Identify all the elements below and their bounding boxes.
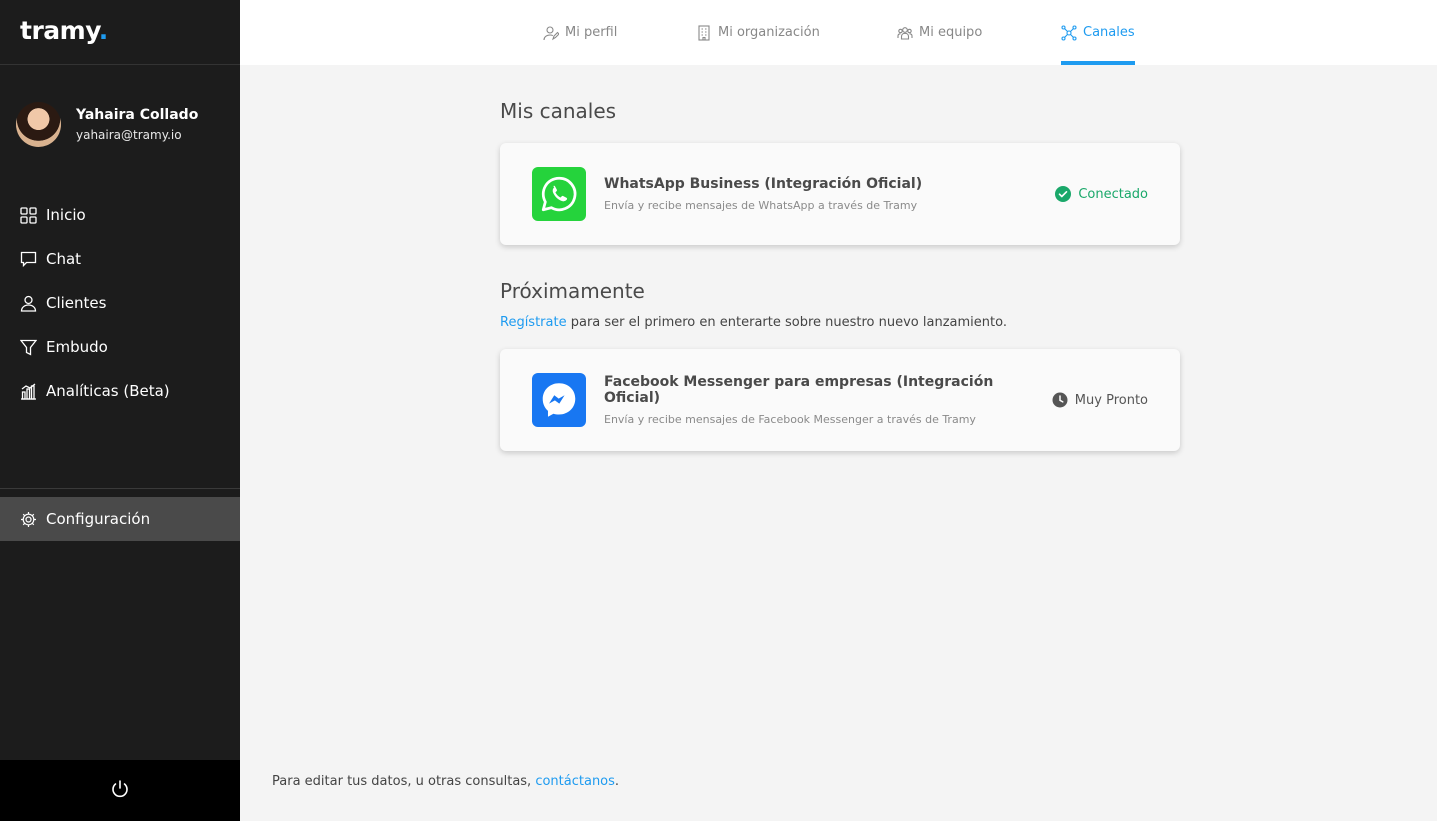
funnel-icon <box>20 339 37 356</box>
channel-title: WhatsApp Business (Integración Oficial) <box>604 176 923 192</box>
logo-dot: . <box>98 16 109 45</box>
sidebar-item-embudo[interactable]: Embudo <box>0 325 240 369</box>
sidebar-item-label: Inicio <box>46 206 86 224</box>
sidebar-item-label: Analíticas (Beta) <box>46 382 170 400</box>
channel-description: Envía y recibe mensajes de Facebook Mess… <box>604 413 976 426</box>
section-title-proximamente: Próximamente <box>500 279 645 303</box>
sidebar-item-configuracion[interactable]: Configuración <box>0 497 240 541</box>
user-email: yahaira@tramy.io <box>76 127 182 142</box>
status-badge: Conectado <box>1055 186 1148 202</box>
channel-card-whatsapp[interactable]: WhatsApp Business (Integración Oficial) … <box>500 143 1180 245</box>
gear-icon <box>20 511 37 528</box>
clock-icon <box>1052 392 1068 408</box>
user-name: Yahaira Collado <box>76 106 199 123</box>
tab-label: Mi organización <box>718 25 820 40</box>
whatsapp-icon <box>532 167 586 221</box>
section-title-mis-canales: Mis canales <box>500 99 617 123</box>
messenger-icon <box>532 373 586 427</box>
power-icon[interactable] <box>110 779 130 803</box>
network-icon <box>1061 24 1077 41</box>
sidebar-item-label: Configuración <box>46 510 151 528</box>
status-text: Conectado <box>1078 186 1148 202</box>
tab-mi-perfil[interactable]: Mi perfil <box>543 0 617 65</box>
sidebar-item-label: Chat <box>46 250 82 268</box>
contact-link[interactable]: contáctanos <box>535 774 615 789</box>
app-logo[interactable]: tramy. <box>0 0 240 65</box>
channel-title: Facebook Messenger para empresas (Integr… <box>604 374 994 406</box>
upcoming-text: para ser el primero en enterarte sobre n… <box>566 315 1007 330</box>
avatar[interactable] <box>16 102 61 147</box>
logo-text: tramy <box>20 16 99 45</box>
tab-mi-organizacion[interactable]: Mi organización <box>696 0 820 65</box>
logout-bar <box>0 760 240 821</box>
sidebar-item-label: Clientes <box>46 294 107 312</box>
sidebar-item-chat[interactable]: Chat <box>0 237 240 281</box>
profile-icon <box>543 25 559 41</box>
status-badge: Muy Pronto <box>1052 392 1148 408</box>
channel-description: Envía y recibe mensajes de WhatsApp a tr… <box>604 199 918 212</box>
register-link[interactable]: Regístrate <box>500 315 567 330</box>
tab-mi-equipo[interactable]: Mi equipo <box>897 0 982 65</box>
settings-tabs: Mi perfil Mi organización Mi equipo Cana… <box>240 0 1437 65</box>
check-circle-icon <box>1055 186 1072 202</box>
footer-period: . <box>614 774 620 789</box>
sidebar-item-clientes[interactable]: Clientes <box>0 281 240 325</box>
footer-text: Para editar tus datos, u otras consultas… <box>272 774 536 789</box>
channel-card-messenger[interactable]: Facebook Messenger para empresas (Integr… <box>500 349 1180 451</box>
sidebar: tramy. Yahaira Collado yahaira@tramy.io … <box>0 0 240 821</box>
sidebar-item-inicio[interactable]: Inicio <box>0 193 240 237</box>
upcoming-subtitle: Regístrate para ser el primero en entera… <box>500 315 1007 330</box>
tab-label: Mi perfil <box>565 25 618 40</box>
sidebar-item-analiticas[interactable]: Analíticas (Beta) <box>0 369 240 413</box>
tab-label: Mi equipo <box>919 25 983 40</box>
grid-icon <box>20 206 37 224</box>
analytics-icon <box>20 382 37 400</box>
sidebar-divider <box>0 488 240 489</box>
user-icon <box>20 295 37 312</box>
building-icon <box>696 24 712 41</box>
team-icon <box>897 25 913 41</box>
chat-icon <box>20 251 37 268</box>
status-text: Muy Pronto <box>1074 392 1148 408</box>
tab-canales[interactable]: Canales <box>1061 0 1135 65</box>
sidebar-nav: Inicio Chat Clientes Embudo Analíticas (… <box>0 193 240 413</box>
user-profile: Yahaira Collado yahaira@tramy.io <box>0 65 240 147</box>
sidebar-item-label: Embudo <box>46 338 108 356</box>
tab-label: Canales <box>1083 25 1135 40</box>
footer-note: Para editar tus datos, u otras consultas… <box>272 774 619 789</box>
